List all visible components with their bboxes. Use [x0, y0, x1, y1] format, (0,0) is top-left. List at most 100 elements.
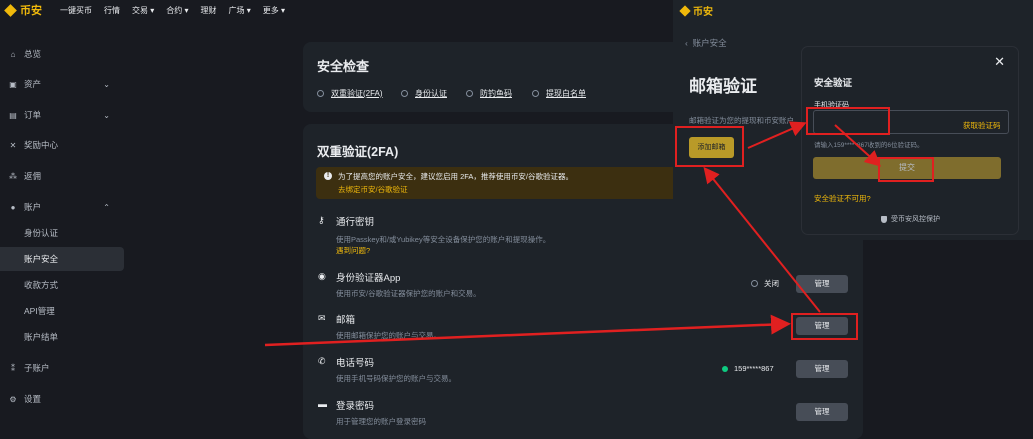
check-item-label: 提现白名单 — [546, 89, 586, 98]
check-circle-icon — [722, 365, 728, 372]
manage-password-button[interactable]: 管理 — [796, 403, 848, 421]
notice-link[interactable]: 去绑定币安/谷歌验证 — [338, 184, 408, 195]
highlight-add-email — [675, 126, 744, 167]
sidebar-item-statements[interactable]: 账户结单 — [0, 325, 126, 349]
nav-earn[interactable]: 理财 — [201, 5, 217, 16]
sidebar-item-label: 身份认证 — [24, 228, 59, 238]
password-icon: ▬ — [318, 399, 327, 409]
sub-account-icon: ⁑ — [11, 363, 15, 373]
close-icon[interactable]: ✕ — [994, 54, 1005, 70]
status-dot-icon — [466, 90, 473, 97]
logo-text: 币安 — [693, 7, 713, 18]
status-text: 159*****867 — [734, 364, 774, 373]
sidebar-item-label: 账户 — [24, 202, 42, 212]
highlight-submit — [878, 157, 934, 182]
user-icon: ● — [10, 202, 16, 212]
highlight-manage-email — [791, 313, 858, 340]
row-title-email: 邮箱 — [336, 315, 356, 326]
check-item-2fa[interactable]: 双重验证(2FA) — [317, 88, 383, 99]
nav-markets[interactable]: 行情 — [104, 5, 120, 16]
nav-square[interactable]: 广场 ▾ — [229, 5, 251, 16]
info-icon: ! — [324, 172, 332, 180]
sidebar-item-overview[interactable]: ⌂ 总览 — [0, 42, 126, 66]
nav-futures[interactable]: 合约 ▾ — [166, 5, 188, 16]
authenticator-icon: ◉ — [318, 271, 326, 281]
phone-icon: ✆ — [318, 356, 326, 366]
home-icon: ⌂ — [10, 49, 16, 59]
status-dot-icon — [401, 90, 408, 97]
sidebar-item-sub-account[interactable]: ⁑ 子账户 — [0, 356, 126, 380]
binance-diamond-icon — [4, 3, 17, 17]
binance-diamond-icon — [679, 4, 691, 17]
sidebar-item-label: 账户安全 — [24, 254, 59, 264]
chevron-down-icon: ⌄ — [103, 110, 110, 120]
sidebar-item-settings[interactable]: ⚙ 设置 — [0, 387, 126, 411]
row-title-passkey: 通行密钥 — [336, 217, 375, 228]
gear-icon: ⚙ — [9, 394, 17, 404]
shield-icon — [881, 215, 887, 223]
wallet-icon: ▣ — [9, 79, 17, 89]
row-desc-passkey: 使用Passkey和/或Yubikey等安全设备保护您的账户和提现操作。 — [336, 235, 551, 244]
email-icon: ✉ — [318, 313, 326, 323]
orders-icon: ▤ — [9, 110, 17, 120]
sidebar-item-rewards[interactable]: ✕ 奖励中心 — [0, 133, 126, 157]
status-text: 关闭 — [764, 279, 779, 288]
row-title-password: 登录密码 — [336, 401, 375, 412]
nav-more[interactable]: 更多 ▾ — [263, 5, 285, 16]
sidebar-item-label: 奖励中心 — [24, 140, 59, 150]
manage-phone-button[interactable]: 管理 — [796, 360, 848, 378]
phone-status: 159*****867 — [722, 364, 774, 373]
binance-logo[interactable]: 币安 — [4, 2, 42, 18]
ticket-icon: ✕ — [9, 140, 17, 150]
sidebar-item-identity[interactable]: 身份认证 — [0, 221, 126, 245]
protection-text: 受币安风控保护 — [891, 216, 940, 223]
app-window: 币安 一键买币 行情 交易 ▾ 合约 ▾ 理财 广场 ▾ 更多 ▾ ⌂ 总览 ▣… — [0, 0, 1033, 439]
row-title-phone: 电话号码 — [336, 358, 375, 369]
twofa-title: 双重验证(2FA) — [317, 145, 399, 159]
row-title-authenticator: 身份验证器App — [336, 273, 401, 284]
status-dot-icon — [532, 90, 539, 97]
check-item-label: 身份认证 — [415, 89, 447, 98]
sidebar-item-label: 收款方式 — [24, 280, 59, 290]
off-dot-icon — [751, 280, 758, 287]
email-verification-title: 邮箱验证 — [689, 77, 757, 96]
sidebar: ⌂ 总览 ▣ 资产 ⌄ ▤ 订单 ⌄ ✕ 奖励中心 ⁂ 返佣 ● 账户 ⌃ 身份… — [0, 20, 126, 439]
chevron-left-icon: ‹ — [685, 38, 693, 48]
check-item-whitelist[interactable]: 提现白名单 — [532, 88, 586, 99]
nav-buy-crypto[interactable]: 一键买币 — [60, 5, 92, 16]
check-item-label: 防钓鱼码 — [480, 89, 512, 98]
check-item-anti-phishing[interactable]: 防钓鱼码 — [466, 88, 512, 99]
authenticator-status: 关闭 — [751, 278, 779, 289]
check-item-label: 双重验证(2FA) — [331, 89, 383, 98]
sidebar-item-assets[interactable]: ▣ 资产 ⌄ — [0, 72, 126, 96]
passkey-help-link[interactable]: 遇到问题? — [336, 245, 370, 256]
check-item-identity[interactable]: 身份认证 — [401, 88, 447, 99]
sidebar-item-account[interactable]: ● 账户 ⌃ — [0, 195, 126, 219]
sidebar-item-label: API管理 — [24, 306, 55, 316]
modal-title: 安全验证 — [814, 78, 853, 89]
sidebar-item-account-security[interactable]: 账户安全 — [0, 247, 124, 271]
sidebar-item-referral[interactable]: ⁂ 返佣 — [0, 164, 126, 188]
referral-icon: ⁂ — [9, 171, 17, 181]
chevron-down-icon: ⌄ — [103, 79, 110, 89]
back-link[interactable]: ‹ 账户安全 — [685, 37, 727, 49]
sidebar-item-label: 订单 — [24, 110, 42, 120]
verification-unavailable-link[interactable]: 安全验证不可用? — [814, 193, 871, 204]
code-hint: 请输入159*****867收到的6位验证码。 — [814, 142, 924, 149]
twofa-notice: ! 为了提高您的账户安全，建议您启用 2FA，推荐使用币安/谷歌验证器。 去绑定… — [316, 167, 726, 199]
overlay-logo: 币安 — [679, 3, 713, 18]
sidebar-item-payment-methods[interactable]: 收款方式 — [0, 273, 126, 297]
sidebar-item-api[interactable]: API管理 — [0, 299, 126, 323]
row-desc-password: 用于管理您的账户登录密码 — [336, 417, 426, 426]
security-verification-modal: ✕ 安全验证 手机验证码 获取验证码 请输入159*****867收到的6位验证… — [802, 47, 1018, 234]
get-code-button[interactable]: 获取验证码 — [963, 120, 1001, 131]
manage-authenticator-button[interactable]: 管理 — [796, 275, 848, 293]
sidebar-item-label: 子账户 — [24, 363, 50, 373]
sidebar-item-label: 账户结单 — [24, 332, 59, 342]
sidebar-item-orders[interactable]: ▤ 订单 ⌄ — [0, 103, 126, 127]
nav-trade[interactable]: 交易 ▾ — [132, 5, 154, 16]
row-desc-authenticator: 使用币安/谷歌验证器保护您的账户和交易。 — [336, 289, 481, 298]
sidebar-item-label: 设置 — [24, 394, 42, 404]
row-desc-email: 使用邮箱保护您的账户与交易。 — [336, 331, 441, 340]
passkey-icon: ⚷ — [318, 215, 325, 225]
